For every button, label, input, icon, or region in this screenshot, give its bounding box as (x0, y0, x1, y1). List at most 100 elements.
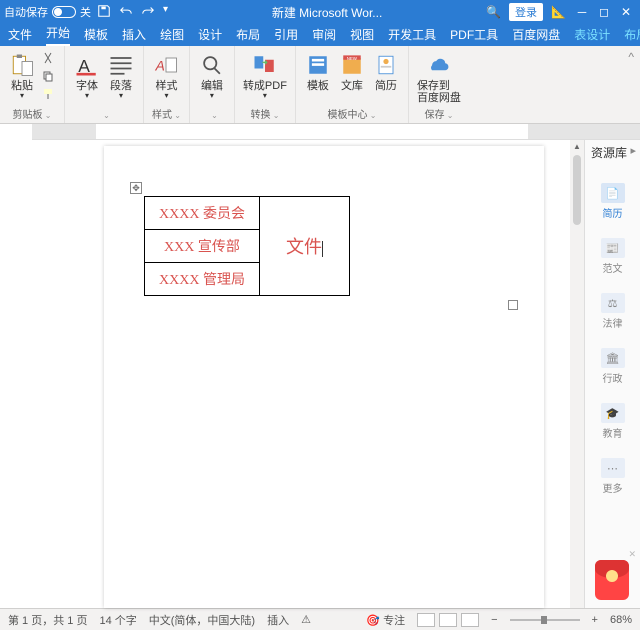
vertical-ruler[interactable] (0, 140, 12, 608)
tab-references[interactable]: 引用 (274, 26, 298, 46)
table-cell[interactable]: XXX 宣传部 (145, 230, 260, 263)
tab-design[interactable]: 设计 (198, 26, 222, 46)
word-count[interactable]: 14 个字 (99, 612, 136, 628)
login-button[interactable]: 登录 (509, 3, 543, 21)
red-packet-close-icon[interactable]: ✕ (628, 549, 636, 560)
view-buttons (417, 613, 479, 627)
page: ✥ XXXX 委员会 文件 XXX 宣传部 XXXX 管理局 (104, 146, 544, 608)
group-clipboard: 粘贴▾ 剪贴板 (0, 46, 65, 123)
document-table[interactable]: XXXX 委员会 文件 XXX 宣传部 XXXX 管理局 (144, 196, 350, 296)
tab-review[interactable]: 审阅 (312, 26, 336, 46)
tab-developer[interactable]: 开发工具 (388, 26, 436, 46)
edu-icon: 🎓 (601, 403, 625, 423)
ribbon-collapse-icon[interactable]: ^ (469, 46, 640, 123)
tab-file[interactable]: 文件 (8, 26, 32, 46)
tab-draw[interactable]: 绘图 (160, 26, 184, 46)
page-info[interactable]: 第 1 页，共 1 页 (8, 612, 87, 628)
tab-pdf[interactable]: PDF工具 (450, 26, 498, 46)
vertical-scrollbar[interactable]: ▲ (570, 140, 584, 608)
tab-layout[interactable]: 布局 (236, 26, 260, 46)
redo-icon[interactable] (141, 4, 155, 21)
view-web-icon[interactable] (461, 613, 479, 627)
copy-icon[interactable] (42, 70, 54, 82)
pane-close-icon[interactable]: ▸ (630, 144, 636, 157)
law-icon: ⚖ (601, 293, 625, 313)
view-print-icon[interactable] (417, 613, 435, 627)
window-controls: ─ ◻ ✕ (572, 5, 636, 19)
resume-icon: 📄 (601, 183, 625, 203)
toggle-switch[interactable] (52, 6, 76, 18)
paragraph-button[interactable]: 段落▾ (107, 50, 135, 101)
ribbon: 粘贴▾ 剪贴板 A 字体▾ 段落▾ A 样式▾ (0, 46, 640, 124)
group-styles: A 样式▾ 样式 (144, 46, 190, 123)
undo-icon[interactable] (119, 4, 133, 21)
group-label-template-center: 模板中心 (327, 106, 376, 121)
tab-template[interactable]: 模板 (84, 26, 108, 46)
group-convert: 转成PDF▾ 转换 (235, 46, 296, 123)
horizontal-ruler[interactable] (32, 124, 640, 140)
accessibility-icon[interactable]: ⚠ (301, 613, 311, 626)
workspace: ✥ XXXX 委员会 文件 XXX 宣传部 XXXX 管理局 (0, 140, 640, 608)
pane-item-law[interactable]: ⚖法律 (585, 293, 640, 330)
group-label-styles: 样式 (152, 106, 181, 121)
autosave-state: 关 (80, 4, 91, 20)
tab-view[interactable]: 视图 (350, 26, 374, 46)
scroll-up-icon[interactable]: ▲ (573, 142, 581, 151)
status-bar: 第 1 页，共 1 页 14 个字 中文(简体，中国大陆) 插入 ⚠ 🎯 专注 … (0, 608, 640, 630)
font-button[interactable]: A 字体▾ (73, 50, 101, 101)
format-painter-icon[interactable] (42, 88, 54, 100)
zoom-slider[interactable] (510, 619, 580, 621)
pane-item-more[interactable]: ⋯更多 (585, 458, 640, 495)
cut-icon[interactable] (42, 52, 54, 64)
maximize-button[interactable]: ◻ (594, 5, 614, 19)
svg-text:A: A (155, 57, 165, 73)
tab-baidu[interactable]: 百度网盘 (512, 26, 560, 46)
tab-table-layout[interactable]: 布局 (624, 26, 640, 46)
red-packet-icon[interactable] (595, 560, 629, 600)
save-icon[interactable] (97, 4, 111, 21)
table-row[interactable]: XXXX 委员会 文件 (145, 197, 350, 230)
table-resize-handle[interactable] (508, 300, 518, 310)
close-button[interactable]: ✕ (616, 5, 636, 19)
paste-button[interactable]: 粘贴▾ (8, 50, 36, 101)
tab-insert[interactable]: 插入 (122, 26, 146, 46)
document-area[interactable]: ✥ XXXX 委员会 文件 XXX 宣传部 XXXX 管理局 (12, 140, 570, 608)
resume-button[interactable]: 简历 (372, 50, 400, 92)
tab-table-design[interactable]: 表设计 (574, 26, 610, 46)
ribbon-options-icon[interactable]: 📐 (551, 5, 566, 19)
focus-mode[interactable]: 🎯 专注 (366, 612, 405, 628)
pane-item-admin[interactable]: 🏛行政 (585, 348, 640, 385)
document-title: 新建 Microsoft Wor... (168, 4, 486, 21)
search-icon[interactable]: 🔍 (486, 5, 501, 19)
svg-text:NEW: NEW (347, 56, 358, 61)
styles-button[interactable]: A 样式▾ (152, 50, 180, 101)
group-label-clipboard: 剪贴板 (13, 106, 52, 121)
table-cell-merged[interactable]: 文件 (259, 197, 349, 296)
library-button[interactable]: NEW 文库 (338, 50, 366, 92)
table-cell[interactable]: XXXX 委员会 (145, 197, 260, 230)
text-cursor (322, 241, 323, 257)
autosave-label: 自动保存 (4, 4, 48, 20)
editing-button[interactable]: 编辑▾ (198, 50, 226, 101)
table-cell[interactable]: XXXX 管理局 (145, 263, 260, 296)
table-move-handle[interactable]: ✥ (130, 182, 142, 194)
tab-home[interactable]: 开始 (46, 24, 70, 46)
minimize-button[interactable]: ─ (572, 5, 592, 19)
pane-item-sample[interactable]: 📰范文 (585, 238, 640, 275)
language[interactable]: 中文(简体，中国大陆) (149, 612, 255, 628)
group-template-center: 模板 NEW 文库 简历 模板中心 (296, 46, 409, 123)
pane-item-resume[interactable]: 📄简历 (585, 183, 640, 220)
scroll-thumb[interactable] (573, 155, 581, 225)
pane-item-edu[interactable]: 🎓教育 (585, 403, 640, 440)
ribbon-tabs: 文件 开始 模板 插入 绘图 设计 布局 引用 审阅 视图 开发工具 PDF工具… (0, 24, 640, 46)
view-read-icon[interactable] (439, 613, 457, 627)
insert-mode[interactable]: 插入 (267, 612, 289, 628)
save-to-cloud-button[interactable]: 保存到 百度网盘 (417, 50, 461, 104)
group-label-save: 保存 (424, 106, 453, 121)
more-icon: ⋯ (601, 458, 625, 478)
convert-pdf-button[interactable]: 转成PDF▾ (243, 50, 287, 101)
group-label-font (98, 110, 110, 121)
group-font-para: A 字体▾ 段落▾ (65, 46, 144, 123)
autosave-toggle[interactable]: 自动保存 关 (4, 4, 91, 20)
template-button[interactable]: 模板 (304, 50, 332, 92)
